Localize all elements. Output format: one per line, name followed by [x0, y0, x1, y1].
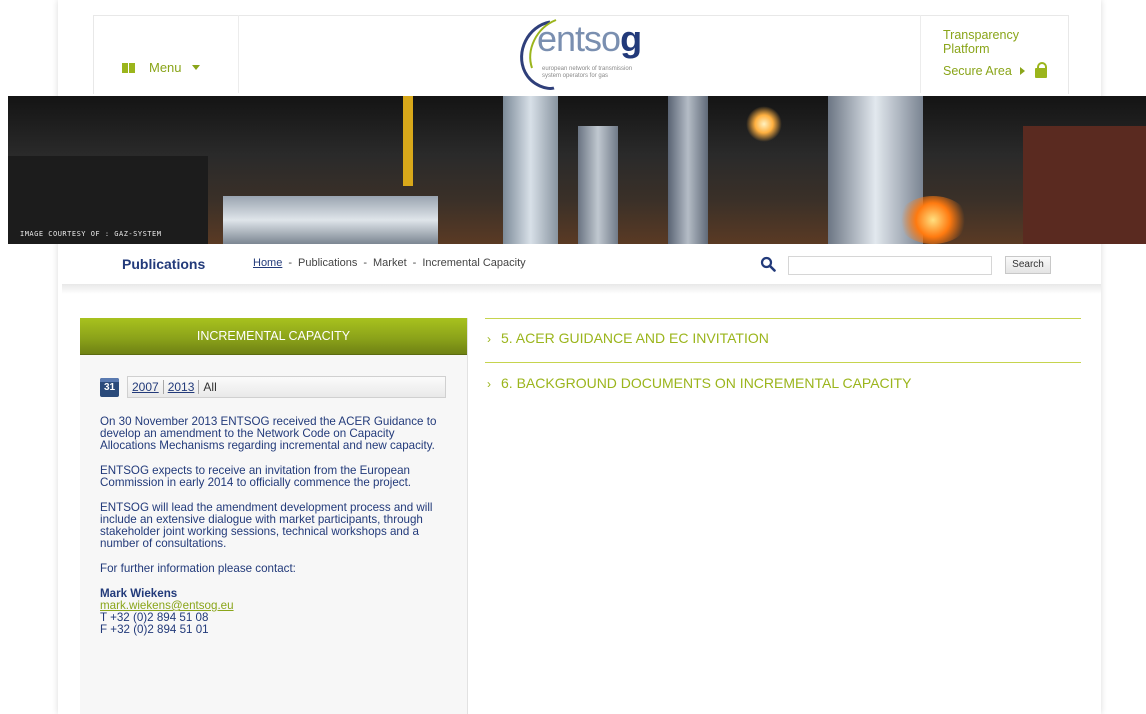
menu-label: Menu: [149, 60, 182, 75]
contact-label: For further information please contact:: [100, 562, 296, 575]
menu-button[interactable]: Menu: [122, 60, 200, 75]
breadcrumb-home[interactable]: Home: [253, 257, 282, 269]
hero-banner-image: IMAGE COURTESY OF : GAZ-SYSTEM: [8, 96, 1146, 244]
accordion-section-5[interactable]: › 5. ACER GUIDANCE AND EC INVITATION: [487, 330, 769, 346]
accordion-section-6[interactable]: › 6. BACKGROUND DOCUMENTS ON INCREMENTAL …: [487, 375, 911, 391]
banner-shape: [1023, 126, 1146, 244]
secure-area-link[interactable]: Secure Area: [943, 62, 1047, 78]
section-divider: [485, 318, 1081, 319]
banner-shape: [403, 96, 413, 186]
banner-shape: [223, 196, 438, 244]
year-bar: 2007 2013 All: [127, 376, 446, 398]
breadcrumb-item: Market: [373, 257, 407, 269]
year-link-2007[interactable]: 2007: [128, 380, 164, 394]
sidebar-paragraph: ENTSOG will lead the amendment developme…: [100, 501, 433, 550]
chevron-down-icon: [191, 65, 200, 70]
breadcrumb-item: Publications: [298, 257, 358, 269]
accordion-label: 5. ACER GUIDANCE AND EC INVITATION: [501, 330, 769, 346]
chevron-right-icon: ›: [487, 332, 491, 346]
header-divider: [920, 15, 921, 93]
year-link-2013[interactable]: 2013: [164, 380, 200, 394]
search-input[interactable]: [788, 256, 992, 275]
sidebar-heading: INCREMENTAL CAPACITY: [80, 318, 467, 355]
secure-area-label: Secure Area: [943, 63, 1012, 78]
breadcrumb-separator: -: [412, 257, 417, 269]
book-icon: [122, 62, 135, 73]
year-filter: 31 2007 2013 All: [100, 376, 446, 398]
section-divider: [485, 362, 1081, 363]
banner-shape: [578, 126, 618, 244]
sidebar-paragraph: ENTSOG expects to receive an invitation …: [100, 464, 412, 489]
content-top-shadow: [62, 284, 1101, 294]
breadcrumb-separator: -: [363, 257, 368, 269]
sidebar-text: On 30 November 2013 ENTSOG received the …: [100, 416, 450, 636]
logo-text: entsog: [537, 18, 642, 59]
banner-shape: [668, 96, 708, 244]
chevron-right-icon: [1019, 66, 1025, 75]
search-icon[interactable]: [760, 256, 776, 272]
image-credit: IMAGE COURTESY OF : GAZ-SYSTEM: [20, 230, 162, 238]
site-header: Menu entsog european network of transmis…: [58, 0, 1101, 95]
banner-shape: [503, 96, 558, 244]
contact-fax: F +32 (0)2 894 51 01: [100, 623, 209, 636]
calendar-icon: 31: [100, 377, 119, 397]
transparency-platform-link[interactable]: Transparency Platform: [943, 28, 1033, 56]
lock-icon: [1034, 62, 1047, 78]
breadcrumb: Home - Publications - Market - Incremental Cap…: [253, 257, 526, 269]
year-link-all[interactable]: All: [199, 380, 220, 394]
logo-subtitle: european network of transmission system …: [542, 66, 633, 79]
header-divider: [238, 15, 239, 93]
entsog-logo[interactable]: entsog european network of transmission …: [510, 14, 660, 94]
breadcrumb-current: Incremental Capacity: [422, 257, 526, 269]
banner-shape: [746, 106, 782, 142]
page-section-title: Publications: [122, 256, 206, 272]
search-button[interactable]: Search: [1005, 256, 1051, 274]
chevron-right-icon: ›: [487, 377, 491, 391]
sidebar-paragraph: On 30 November 2013 ENTSOG received the …: [100, 415, 437, 452]
breadcrumb-separator: -: [288, 257, 293, 269]
banner-shape: [898, 196, 968, 244]
accordion-label: 6. BACKGROUND DOCUMENTS ON INCREMENTAL C…: [501, 375, 912, 391]
